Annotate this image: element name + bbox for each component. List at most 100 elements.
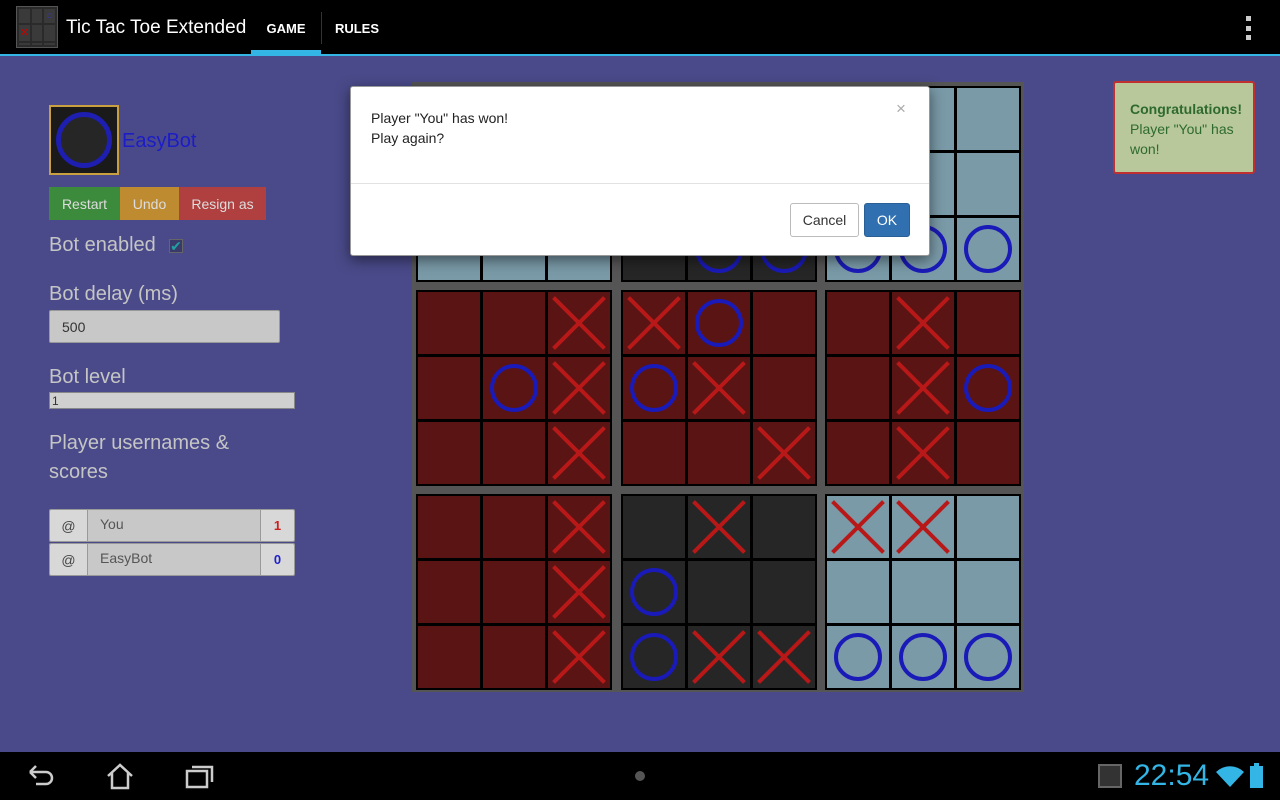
board-cell[interactable] [623, 357, 685, 419]
board-cell[interactable] [688, 626, 750, 688]
board-cell[interactable] [548, 561, 610, 623]
recent-apps-icon[interactable] [184, 762, 216, 790]
dialog-message-line: Play again? [371, 130, 445, 146]
page-indicator-dot [635, 771, 645, 781]
x-mark-icon [755, 628, 813, 686]
board-cell[interactable] [418, 496, 480, 558]
mini-board [825, 290, 1021, 486]
app-logo-icon: ○ ✕ [16, 6, 58, 48]
board-cell[interactable] [892, 292, 954, 354]
board-cell[interactable] [827, 561, 889, 623]
close-icon[interactable]: × [896, 99, 906, 119]
bot-delay-input[interactable]: 500 [49, 310, 280, 343]
win-alert-text: Player "You" has won! [1130, 121, 1234, 157]
tab-rules[interactable]: RULES [322, 0, 392, 56]
tab-rules-label: RULES [334, 20, 380, 36]
board-cell[interactable] [548, 626, 610, 688]
board-cell[interactable] [483, 626, 545, 688]
o-mark-icon [964, 633, 1012, 681]
undo-button[interactable]: Undo [120, 187, 179, 220]
x-mark-icon [894, 294, 952, 352]
board-cell[interactable] [957, 218, 1019, 280]
o-mark-icon [490, 364, 538, 412]
wifi-icon [1216, 766, 1244, 787]
board-cell[interactable] [548, 357, 610, 419]
bot-delay-label: Bot delay (ms) [49, 283, 178, 305]
board-cell[interactable] [623, 561, 685, 623]
board-cell[interactable] [957, 292, 1019, 354]
board-cell[interactable] [623, 496, 685, 558]
board-cell[interactable] [827, 626, 889, 688]
board-cell[interactable] [892, 357, 954, 419]
board-cell[interactable] [688, 561, 750, 623]
board-cell[interactable] [548, 422, 610, 484]
board-cell[interactable] [827, 292, 889, 354]
board-cell[interactable] [753, 422, 815, 484]
o-mark-icon [964, 225, 1012, 273]
board-cell[interactable] [753, 561, 815, 623]
board-cell[interactable] [623, 626, 685, 688]
board-cell[interactable] [827, 496, 889, 558]
board-cell[interactable] [753, 626, 815, 688]
board-cell[interactable] [548, 292, 610, 354]
o-mark-icon [630, 633, 678, 681]
ok-button[interactable]: OK [864, 203, 910, 237]
o-mark-icon [899, 633, 947, 681]
board-cell[interactable] [483, 561, 545, 623]
board-cell[interactable] [892, 496, 954, 558]
home-icon[interactable] [104, 762, 136, 790]
board-cell[interactable] [957, 496, 1019, 558]
board-cell[interactable] [688, 496, 750, 558]
board-cell[interactable] [688, 292, 750, 354]
o-mark-icon [630, 568, 678, 616]
board-cell[interactable] [623, 292, 685, 354]
bot-level-slider[interactable]: 1 [49, 392, 295, 409]
board-cell[interactable] [483, 292, 545, 354]
restart-button[interactable]: Restart [49, 187, 120, 220]
board-cell[interactable] [753, 292, 815, 354]
board-cell[interactable] [892, 561, 954, 623]
username-prefix: @ [50, 510, 88, 541]
board-cell[interactable] [827, 422, 889, 484]
board-cell[interactable] [418, 292, 480, 354]
bot-enabled-label: Bot enabled [49, 234, 156, 256]
screenshot-notification-icon[interactable] [1098, 764, 1122, 788]
board-cell[interactable] [418, 626, 480, 688]
board-cell[interactable] [623, 422, 685, 484]
board-cell[interactable] [957, 153, 1019, 215]
board-cell[interactable] [957, 88, 1019, 150]
board-cell[interactable] [957, 626, 1019, 688]
username-field[interactable]: EasyBot [88, 544, 260, 575]
username-field[interactable]: You [88, 510, 260, 541]
username-prefix: @ [50, 544, 88, 575]
overflow-menu-icon[interactable] [1238, 14, 1258, 42]
clock: 22:54 [1134, 759, 1210, 792]
board-cell[interactable] [418, 561, 480, 623]
bot-enabled-checkbox[interactable]: ✔ [169, 239, 183, 253]
board-cell[interactable] [418, 422, 480, 484]
board-cell[interactable] [957, 422, 1019, 484]
board-cell[interactable] [957, 357, 1019, 419]
x-mark-icon [550, 359, 608, 417]
o-mark-icon [630, 364, 678, 412]
board-cell[interactable] [688, 357, 750, 419]
board-cell[interactable] [753, 357, 815, 419]
back-icon[interactable] [24, 762, 56, 790]
board-cell[interactable] [892, 626, 954, 688]
board-cell[interactable] [892, 422, 954, 484]
dialog-message-line: Player "You" has won! [371, 110, 509, 126]
x-mark-icon [550, 424, 608, 482]
board-cell[interactable] [548, 496, 610, 558]
board-cell[interactable] [418, 357, 480, 419]
tab-game[interactable]: GAME [251, 0, 321, 56]
board-cell[interactable] [827, 357, 889, 419]
board-cell[interactable] [688, 422, 750, 484]
board-cell[interactable] [483, 496, 545, 558]
board-cell[interactable] [483, 422, 545, 484]
resign-button[interactable]: Resign as [179, 187, 266, 220]
board-cell[interactable] [957, 561, 1019, 623]
board-cell[interactable] [753, 496, 815, 558]
cancel-button[interactable]: Cancel [790, 203, 859, 237]
player-score: 0 [260, 544, 294, 575]
board-cell[interactable] [483, 357, 545, 419]
